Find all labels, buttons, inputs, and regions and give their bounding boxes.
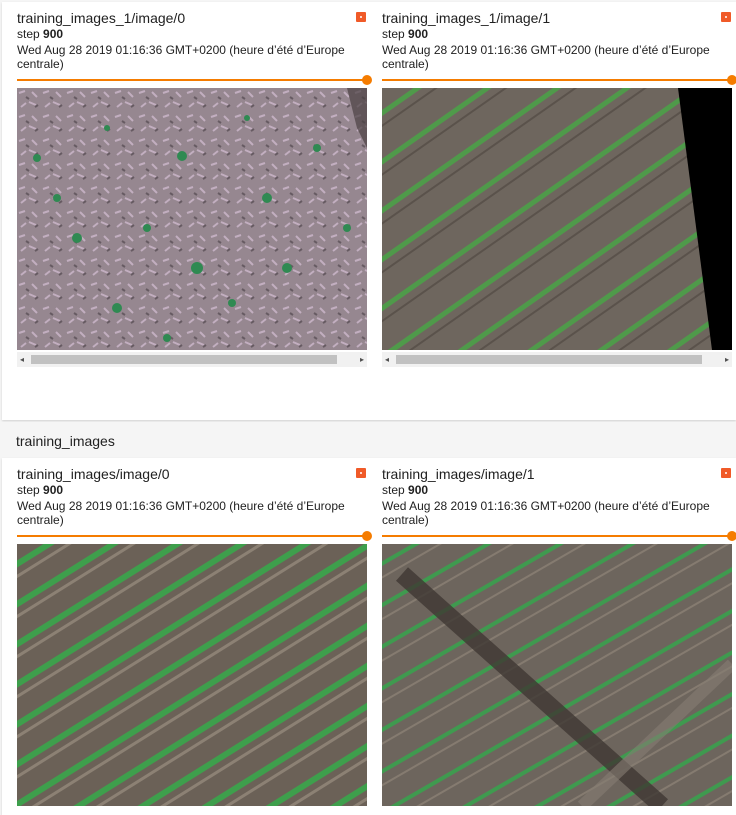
step-text: step 900 xyxy=(382,483,428,497)
step-slider[interactable] xyxy=(382,75,736,85)
horizontal-scrollbar[interactable]: ◂ ▸ xyxy=(17,352,367,367)
timestamp: Wed Aug 28 2019 01:16:36 GMT+0200 (heure… xyxy=(17,43,345,71)
pin-icon[interactable] xyxy=(721,12,731,22)
step-label: step xyxy=(17,27,40,41)
slider-knob[interactable] xyxy=(727,75,736,85)
step-value: 900 xyxy=(408,27,429,41)
scroll-right-icon[interactable]: ▸ xyxy=(360,355,364,364)
group-header[interactable]: training_images xyxy=(0,422,736,458)
card-title: training_images_1/image/0 xyxy=(17,10,186,26)
training-image xyxy=(382,88,732,350)
step-value: 900 xyxy=(43,27,64,41)
slider-knob[interactable] xyxy=(362,75,372,85)
training-image xyxy=(17,544,367,806)
step-label: step xyxy=(382,27,405,41)
pin-icon[interactable] xyxy=(356,468,366,478)
image-panel-section-2: training_images/image/0 step 900 Wed Aug… xyxy=(2,458,736,815)
step-value: 900 xyxy=(43,483,64,497)
image-panel-section-1: training_images_1/image/0 step 900 Wed A… xyxy=(2,2,736,420)
step-label: step xyxy=(382,483,405,497)
timestamp: Wed Aug 28 2019 01:16:36 GMT+0200 (heure… xyxy=(382,43,710,71)
field-image xyxy=(17,88,367,350)
scroll-left-icon[interactable]: ◂ xyxy=(20,355,24,364)
scroll-thumb[interactable] xyxy=(396,355,702,364)
step-text: step 900 xyxy=(382,27,428,41)
field-image xyxy=(382,88,732,350)
step-text: step 900 xyxy=(17,483,63,497)
step-label: step xyxy=(17,483,40,497)
slider-knob[interactable] xyxy=(362,531,372,541)
field-image xyxy=(17,544,367,806)
step-slider[interactable] xyxy=(382,531,736,541)
pin-icon[interactable] xyxy=(721,468,731,478)
pin-icon[interactable] xyxy=(356,12,366,22)
step-value: 900 xyxy=(408,483,429,497)
card-title: training_images/image/0 xyxy=(17,466,170,482)
card-title: training_images/image/1 xyxy=(382,466,535,482)
step-slider[interactable] xyxy=(17,531,372,541)
slider-knob[interactable] xyxy=(727,531,736,541)
step-text: step 900 xyxy=(17,27,63,41)
timestamp: Wed Aug 28 2019 01:16:36 GMT+0200 (heure… xyxy=(382,499,710,527)
group-title: training_images xyxy=(16,433,115,449)
training-image xyxy=(382,544,732,806)
scroll-left-icon[interactable]: ◂ xyxy=(385,355,389,364)
field-image xyxy=(382,544,732,806)
timestamp: Wed Aug 28 2019 01:16:36 GMT+0200 (heure… xyxy=(17,499,345,527)
scroll-thumb[interactable] xyxy=(31,355,337,364)
card-title: training_images_1/image/1 xyxy=(382,10,551,26)
horizontal-scrollbar[interactable]: ◂ ▸ xyxy=(382,352,732,367)
scroll-right-icon[interactable]: ▸ xyxy=(725,355,729,364)
training-image xyxy=(17,88,367,350)
step-slider[interactable] xyxy=(17,75,372,85)
